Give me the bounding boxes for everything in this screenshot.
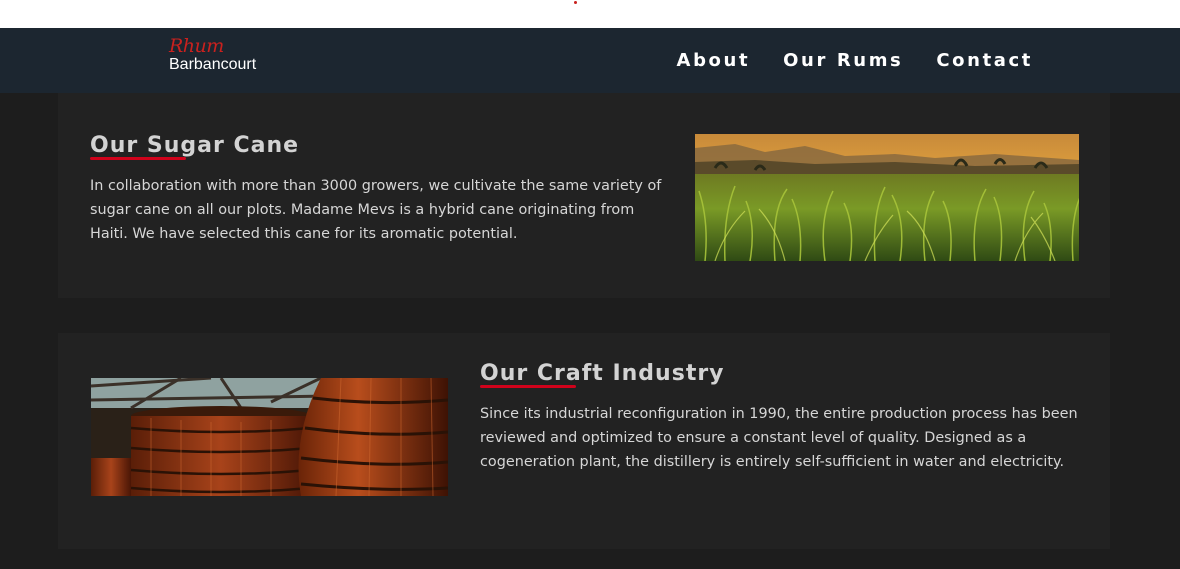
title-underline [480,385,576,388]
sugar-cane-text: In collaboration with more than 3000 gro… [90,178,662,242]
nav-contact[interactable]: Contact [936,48,1033,74]
craft-industry-title: Our Craft Industry [480,361,725,386]
top-strip [0,0,1180,28]
nav-about[interactable]: About [677,48,751,74]
logo-brand: Barbancourt [169,56,257,73]
red-dot [574,1,577,4]
navbar: Rhum Barbancourt About Our Rums Contact [0,28,1180,93]
distillery-vats-image [91,378,448,496]
nav-our-rums[interactable]: Our Rums [783,48,903,74]
craft-industry-card: Our Craft Industry Since its industrial … [58,333,1110,549]
craft-industry-text: Since its industrial reconfiguration in … [480,406,1078,470]
sugar-cane-image [695,134,1079,261]
title-underline [90,157,186,160]
sugar-cane-title: Our Sugar Cane [90,133,300,158]
logo[interactable]: Rhum Barbancourt [169,34,279,82]
main-nav: About Our Rums Contact [644,48,1033,74]
logo-script: Rhum [169,35,224,57]
sugar-cane-card: Our Sugar Cane In collaboration with mor… [58,93,1110,298]
